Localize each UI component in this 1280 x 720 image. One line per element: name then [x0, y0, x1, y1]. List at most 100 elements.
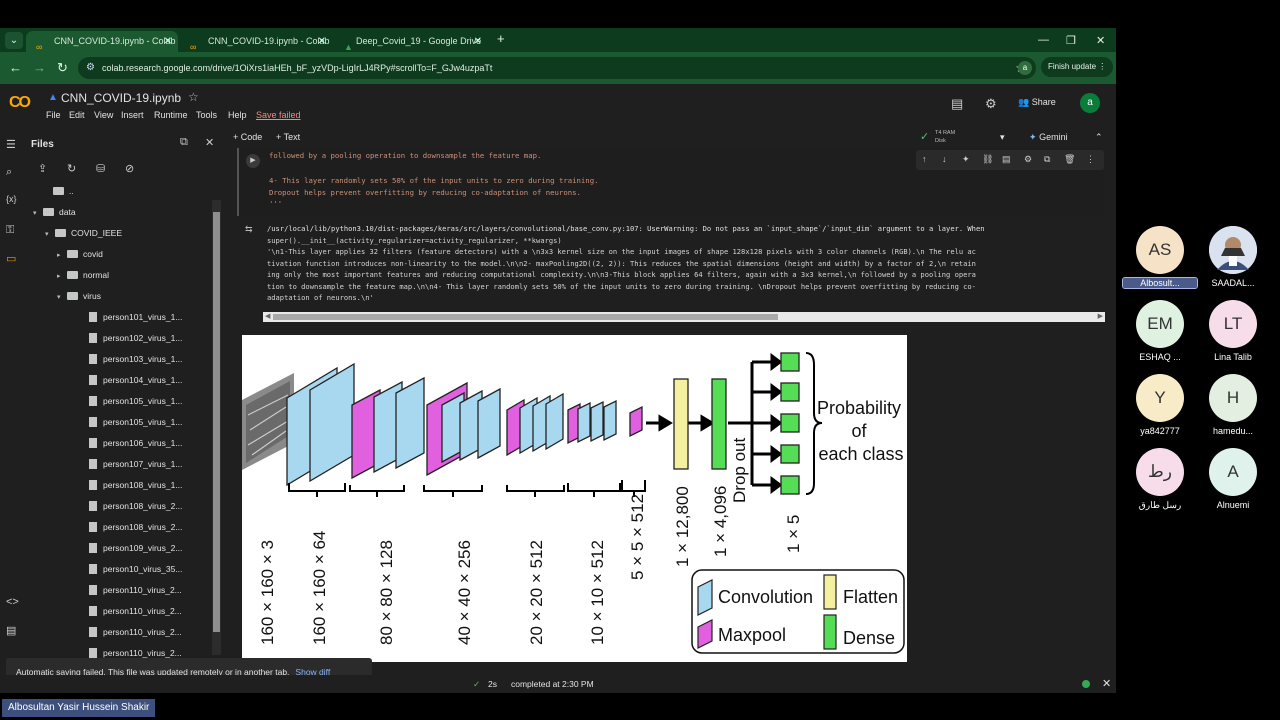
menu-runtime[interactable]: Runtime	[154, 110, 188, 120]
participant-tile[interactable]: Yya842777	[1123, 374, 1197, 436]
user-avatar[interactable]: a	[1080, 93, 1100, 113]
colab-logo-icon[interactable]: CO	[9, 94, 31, 112]
link-icon[interactable]: ⛓	[982, 154, 993, 165]
file-item[interactable]: person110_virus_2...	[89, 627, 182, 637]
expand-arrow-icon[interactable]: ▾	[57, 293, 67, 301]
settings-gear-icon[interactable]: ⚙	[985, 96, 997, 112]
folder-item[interactable]: ▸ normal	[57, 270, 109, 280]
file-item[interactable]: person107_virus_1...	[89, 459, 182, 469]
menu-help[interactable]: Help	[228, 110, 247, 120]
file-item[interactable]: person110_virus_2...	[89, 648, 182, 658]
file-item[interactable]: person104_virus_1...	[89, 375, 182, 385]
menu-insert[interactable]: Insert	[121, 110, 144, 120]
more-actions-icon[interactable]: ⋮	[1086, 154, 1095, 165]
notebook-title[interactable]: CNN_COVID-19.ipynb	[61, 91, 181, 105]
share-button[interactable]: 👥 Share	[1018, 97, 1056, 108]
upload-file-icon[interactable]: ⇪	[38, 162, 47, 175]
forward-icon[interactable]: →	[33, 60, 46, 75]
close-tab-icon[interactable]: ✕	[474, 31, 482, 52]
expand-arrow-icon[interactable]: ▾	[33, 209, 43, 217]
participant-tile[interactable]: A Alnuemi	[1196, 448, 1270, 510]
back-icon[interactable]: ←	[9, 60, 22, 75]
url-field[interactable]: ⚙ colab.research.google.com/drive/1OiXrs…	[78, 57, 1036, 79]
file-item[interactable]: person110_virus_2...	[89, 585, 182, 595]
menu-tools[interactable]: Tools	[196, 110, 217, 120]
scroll-right-icon[interactable]: ▶	[1098, 312, 1103, 320]
file-item[interactable]: person106_virus_1...	[89, 438, 182, 448]
code-snippets-icon[interactable]: {x}	[6, 194, 17, 204]
menu-view[interactable]: View	[94, 110, 113, 120]
browser-tab-1[interactable]: ∞ CNN_COVID-19.ipynb - Colab ✕	[26, 31, 178, 52]
refresh-icon[interactable]: ↻	[67, 162, 76, 175]
cell-settings-icon[interactable]: ⚙	[1024, 154, 1032, 165]
reload-icon[interactable]: ↻	[57, 60, 68, 76]
folder-item[interactable]: ▸ covid	[57, 249, 103, 259]
search-icon[interactable]: ⌕	[6, 166, 12, 179]
output-actions-icon[interactable]: ⇆	[245, 224, 253, 235]
minimize-icon[interactable]: —	[1038, 34, 1049, 46]
files-scrollbar[interactable]	[212, 200, 221, 655]
completion-status[interactable]: completed at 2:30 PM	[511, 675, 594, 693]
open-in-tab-icon[interactable]: ⧉	[180, 136, 188, 149]
participant-tile[interactable]: AS Albosult...	[1122, 226, 1198, 289]
delete-icon[interactable]: 🗑	[1064, 154, 1075, 165]
participant-tile[interactable]: SAADAL...	[1196, 226, 1270, 288]
secrets-key-icon[interactable]: ⚿	[6, 224, 14, 237]
file-item[interactable]: person108_virus_2...	[89, 501, 182, 511]
star-notebook-icon[interactable]: ☆	[188, 90, 199, 104]
table-of-contents-icon[interactable]: ☰	[6, 138, 16, 151]
browser-tab-2[interactable]: ∞ CNN_COVID-19.ipynb - Colab ✕	[180, 31, 332, 52]
save-status-link[interactable]: Save failed	[256, 110, 301, 120]
participant-tile[interactable]: LT Lina Talib	[1196, 300, 1270, 362]
comments-icon[interactable]: ▤	[951, 96, 963, 112]
participant-tile[interactable]: رط رسل طارق	[1123, 448, 1197, 511]
hide-files-icon[interactable]: ⊘	[125, 162, 134, 175]
file-item[interactable]: person101_virus_1...	[89, 312, 182, 322]
folder-item[interactable]: ▾ virus	[57, 291, 101, 301]
code-icon[interactable]: <>	[6, 596, 19, 608]
terminal-icon[interactable]: ▤	[6, 624, 16, 637]
files-folder-icon[interactable]: ▭	[6, 252, 16, 265]
site-info-icon[interactable]: ⚙	[86, 57, 95, 79]
gemini-button[interactable]: ✦ Gemini	[1029, 132, 1068, 143]
scroll-left-icon[interactable]: ◀	[265, 312, 270, 320]
close-tab-icon[interactable]: ✕	[164, 31, 172, 52]
menu-file[interactable]: File	[46, 110, 61, 120]
finish-update-button[interactable]: Finish update ⋮	[1041, 57, 1113, 77]
run-cell-button[interactable]: ▶	[246, 154, 260, 168]
file-item[interactable]: person108_virus_2...	[89, 522, 182, 532]
menu-edit[interactable]: Edit	[69, 110, 85, 120]
restore-icon[interactable]: ❐	[1066, 34, 1076, 47]
add-text-button[interactable]: + Text	[276, 132, 300, 142]
close-tab-icon[interactable]: ✕	[318, 31, 326, 52]
tab-search-button[interactable]: ⌄	[5, 32, 23, 49]
file-item[interactable]: person102_virus_1...	[89, 333, 182, 343]
file-item[interactable]: person105_virus_1...	[89, 417, 182, 427]
folder-item[interactable]: ..	[43, 186, 74, 196]
profile-avatar[interactable]: a	[1018, 61, 1032, 75]
participant-tile[interactable]: Hhamedu...	[1196, 374, 1270, 436]
mirror-cell-icon[interactable]: ⧉	[1044, 154, 1050, 165]
folder-item[interactable]: ▾ data	[33, 207, 76, 217]
comment-icon[interactable]: ▤	[1002, 154, 1011, 165]
gemini-cell-icon[interactable]: ✦	[962, 154, 970, 165]
browser-tab-3[interactable]: ▲ Deep_Covid_19 - Google Drive ✕	[334, 31, 488, 52]
file-item[interactable]: person108_virus_1...	[89, 480, 182, 490]
close-status-icon[interactable]: ✕	[1102, 675, 1111, 693]
move-down-icon[interactable]: ↓	[942, 154, 947, 164]
folder-item[interactable]: ▾ COVID_IEEE	[45, 228, 122, 238]
expand-arrow-icon[interactable]: ▸	[57, 272, 67, 280]
new-tab-button[interactable]: +	[497, 31, 505, 46]
file-item[interactable]: person105_virus_1...	[89, 396, 182, 406]
collapse-icon[interactable]: ⌃	[1095, 132, 1103, 143]
file-item[interactable]: person10_virus_35...	[89, 564, 182, 574]
runtime-dropdown-icon[interactable]: ▾	[1000, 132, 1005, 143]
move-up-icon[interactable]: ↑	[922, 154, 927, 164]
mount-drive-icon[interactable]: ⛁	[96, 162, 105, 175]
file-item[interactable]: person103_virus_1...	[89, 354, 182, 364]
output-scrollbar[interactable]: ◀ ▶	[263, 312, 1105, 322]
expand-arrow-icon[interactable]: ▸	[57, 251, 67, 259]
file-item[interactable]: person110_virus_2...	[89, 606, 182, 616]
add-code-button[interactable]: + Code	[233, 132, 262, 142]
participant-tile[interactable]: EM ESHAQ ...	[1123, 300, 1197, 362]
